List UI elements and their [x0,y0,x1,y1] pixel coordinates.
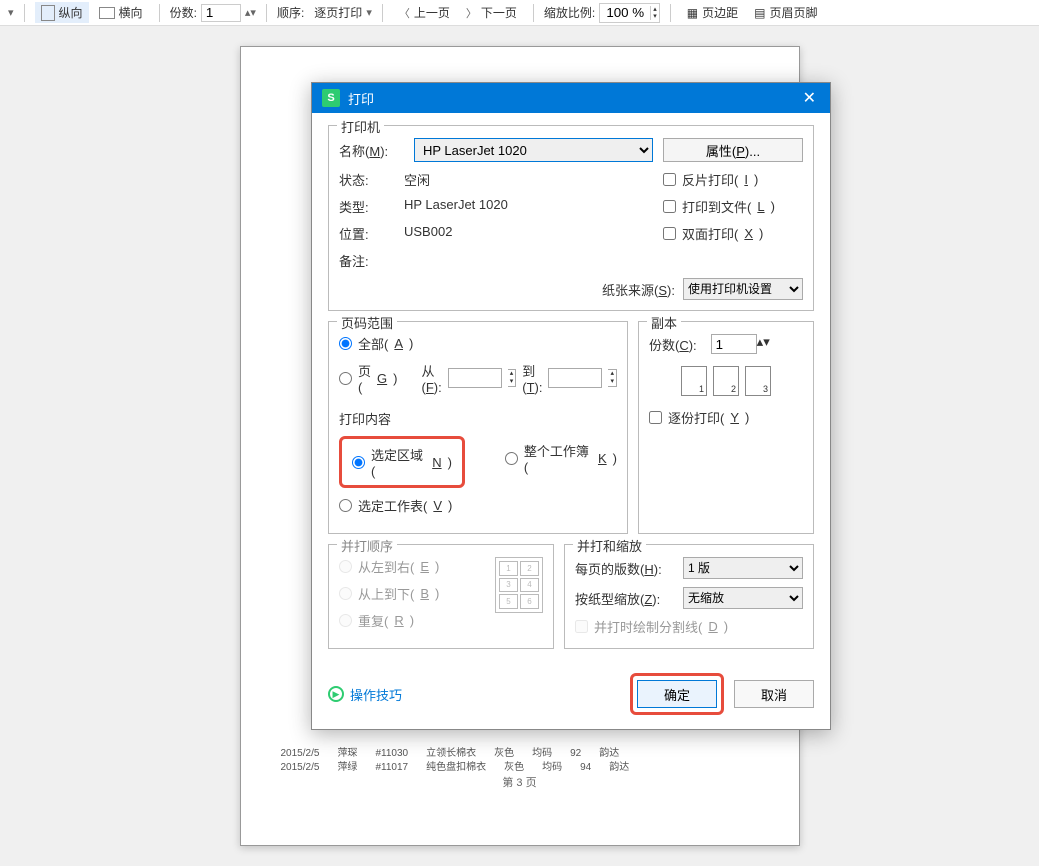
content-sheet-radio[interactable]: 选定工作表(V) [339,496,617,515]
copies-group: 副本 份数(C): ▴▾ 123 逐份打印(Y) [638,321,814,534]
location-label: 位置: [339,224,404,243]
from-page-input[interactable] [448,368,502,388]
print-order-group: 并打顺序 从左到右(E) 从上到下(B) 重复(R) 123456 [328,544,554,649]
to-page-input[interactable] [548,368,602,388]
orientation-landscape-button[interactable]: 横向 [93,2,149,23]
scale-to-paper-label: 按纸型缩放(Z): [575,589,675,608]
printer-group: 打印机 名称(M): HP LaserJet 1020 属性(P)... 状态:… [328,125,814,311]
portrait-label: 纵向 [59,4,83,21]
cancel-button[interactable]: 取消 [734,680,814,708]
paper-source-label: 纸张来源(S): [602,280,675,299]
scale-group: 并打和缩放 每页的版数(H): 1 版 按纸型缩放(Z): 无缩放 并打时绘制分… [564,544,814,649]
table-row: 2015/2/5萍琛#11030立领长棉衣灰色均码92韵达 [281,747,759,761]
copies-input[interactable] [201,4,241,22]
scale-to-paper-select[interactable]: 无缩放 [683,587,803,609]
range-all-radio[interactable]: 全部(A) [339,334,617,353]
portrait-icon [41,5,55,21]
copies-count-label: 份数(C): [649,335,697,354]
chevron-right-icon: 〉 [466,5,477,21]
copies-spinner[interactable]: ▴▾ [245,6,256,19]
order-ltr-radio: 从左到右(E) [339,557,487,576]
table-row: 2015/2/5萍绿#11017纯色盘扣棉衣灰色均码94韵达 [281,761,759,775]
pages-per-sheet-select[interactable]: 1 版 [683,557,803,579]
app-icon: S [322,89,340,107]
collate-preview: 123 [649,366,803,396]
page-range-group: 页码范围 全部(A) 页(G) 从(F): ▴▾ 到(T): ▴▾ 打印内容 [328,321,628,534]
scale-group-title: 并打和缩放 [573,536,646,555]
dialog-title: 打印 [348,89,374,108]
location-value: USB002 [404,224,653,243]
chevron-left-icon: 〈 [399,5,410,21]
header-footer-label: 页眉页脚 [769,4,817,21]
to-label: 到(T): [522,361,542,395]
order-label: 顺序: [277,4,304,21]
content-workbook-radio[interactable]: 整个工作簿(K) [505,436,617,480]
margins-label: 页边距 [702,4,738,21]
from-label: 从(F): [421,361,441,395]
duplex-checkbox[interactable]: 双面打印(X) [663,224,803,243]
zoom-down[interactable]: ▾ [651,13,659,20]
properties-button[interactable]: 属性(P)... [663,138,803,162]
pages-per-sheet-label: 每页的版数(H): [575,559,675,578]
preview-data-rows: 2015/2/5萍琛#11030立领长棉衣灰色均码92韵达 2015/2/5萍绿… [281,747,759,775]
content-selection-radio[interactable]: 选定区域(N) [352,445,452,479]
prev-page-label: 上一页 [414,4,450,21]
printer-name-label: 名称(M): [339,141,404,160]
status-value: 空闲 [404,170,653,189]
zoom-up[interactable]: ▴ [651,6,659,13]
reverse-print-checkbox[interactable]: 反片打印(I) [663,170,803,189]
tips-label: 操作技巧 [350,685,402,704]
header-footer-icon: ▤ [754,6,765,20]
zoom-label: 缩放比例: [544,4,595,21]
prev-page-button[interactable]: 〈 上一页 [393,2,456,23]
collate-checkbox[interactable]: 逐份打印(Y) [649,408,803,427]
order-ttb-radio: 从上到下(B) [339,584,487,603]
zoom-input[interactable] [600,4,650,22]
orientation-portrait-button[interactable]: 纵向 [35,2,89,23]
close-button[interactable]: ✕ [799,88,820,108]
order-group-title: 并打顺序 [337,536,397,555]
tips-link[interactable]: ▶ 操作技巧 [328,685,402,704]
print-dialog: S 打印 ✕ 打印机 名称(M): HP LaserJet 1020 属性(P)… [311,82,831,730]
range-group-title: 页码范围 [337,313,397,332]
type-label: 类型: [339,197,404,216]
landscape-label: 横向 [119,4,143,21]
dialog-titlebar[interactable]: S 打印 ✕ [312,83,830,113]
ok-button[interactable]: 确定 [637,680,717,708]
order-preview-icon: 123456 [495,557,543,613]
comment-label: 备注: [339,251,404,270]
printer-name-select[interactable]: HP LaserJet 1020 [414,138,653,162]
copies-group-title: 副本 [647,313,681,332]
status-label: 状态: [339,170,404,189]
cut-lines-checkbox: 并打时绘制分割线(D) [575,617,803,636]
play-icon: ▶ [328,686,344,702]
next-page-label: 下一页 [481,4,517,21]
landscape-icon [99,7,115,19]
order-repeat-radio: 重复(R) [339,611,487,630]
main-toolbar: ▾ 纵向 横向 份数: ▴▾ 顺序: 逐页打印 ▾ 〈 上一页 〉 下一页 缩放… [0,0,1039,26]
page-number-footer: 第 3 页 [241,774,799,790]
printer-group-title: 打印机 [337,117,384,136]
header-footer-button[interactable]: ▤ 页眉页脚 [748,2,823,23]
paper-source-select[interactable]: 使用打印机设置 [683,278,803,300]
margins-icon: ▦ [687,6,698,20]
order-value[interactable]: 逐页打印 [314,4,362,21]
dropdown-icon[interactable]: ▾ [8,6,14,19]
zoom-input-box: ▴▾ [599,3,660,23]
margins-button[interactable]: ▦ 页边距 [681,2,744,23]
print-to-file-checkbox[interactable]: 打印到文件(L) [663,197,803,216]
ok-button-highlight: 确定 [630,673,724,715]
copies-count-input[interactable] [711,334,757,354]
content-group-title: 打印内容 [339,409,617,428]
copies-label: 份数: [170,4,197,21]
content-selection-highlight: 选定区域(N) [339,436,465,488]
order-dropdown-icon[interactable]: ▾ [366,6,372,19]
range-pages-radio[interactable]: 页(G) [339,361,397,395]
type-value: HP LaserJet 1020 [404,197,653,216]
next-page-button[interactable]: 〉 下一页 [460,2,523,23]
